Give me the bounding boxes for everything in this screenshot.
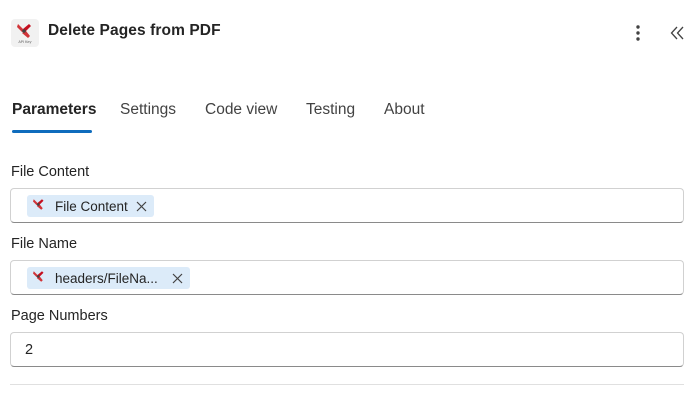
remove-token-button[interactable] [172,272,184,284]
collapse-panel-button[interactable] [664,21,690,45]
file-name-label: File Name [11,236,78,252]
page-title: Delete Pages from PDF [48,22,221,39]
tab-code-view[interactable]: Code view [205,101,277,119]
file-content-token[interactable]: File Content [27,195,154,217]
tab-list: Parameters Settings Code view Testing Ab… [0,92,697,136]
page-numbers-input[interactable]: 2 [10,332,684,367]
section-divider [10,384,684,385]
file-content-label: File Content [11,164,90,180]
file-content-token-label: File Content [55,198,128,214]
panel-header: API Key Delete Pages from PDF [0,0,697,66]
file-name-field[interactable]: headers/FileNa... [10,260,684,295]
api-key-token-icon [29,196,49,216]
file-name-token-label: headers/FileNa... [55,270,158,286]
page-numbers-label: Page Numbers [11,308,108,324]
tab-testing[interactable]: Testing [306,101,355,119]
api-key-token-icon [29,268,49,288]
more-vertical-icon [636,25,640,41]
remove-token-button[interactable] [136,200,148,212]
close-icon [172,273,183,283]
active-tab-indicator [12,130,92,133]
tab-parameters[interactable]: Parameters [12,101,96,119]
page-numbers-value: 2 [25,342,34,358]
file-name-token[interactable]: headers/FileNa... [27,267,190,289]
double-chevron-left-icon [670,26,684,40]
tab-settings[interactable]: Settings [120,101,176,119]
more-options-button[interactable] [626,21,650,45]
file-content-field[interactable]: File Content [10,188,684,223]
logo-caption: API Key [18,40,32,44]
close-icon [136,201,147,211]
tab-about[interactable]: About [384,101,425,119]
api-key-logo-icon: API Key [11,19,39,47]
